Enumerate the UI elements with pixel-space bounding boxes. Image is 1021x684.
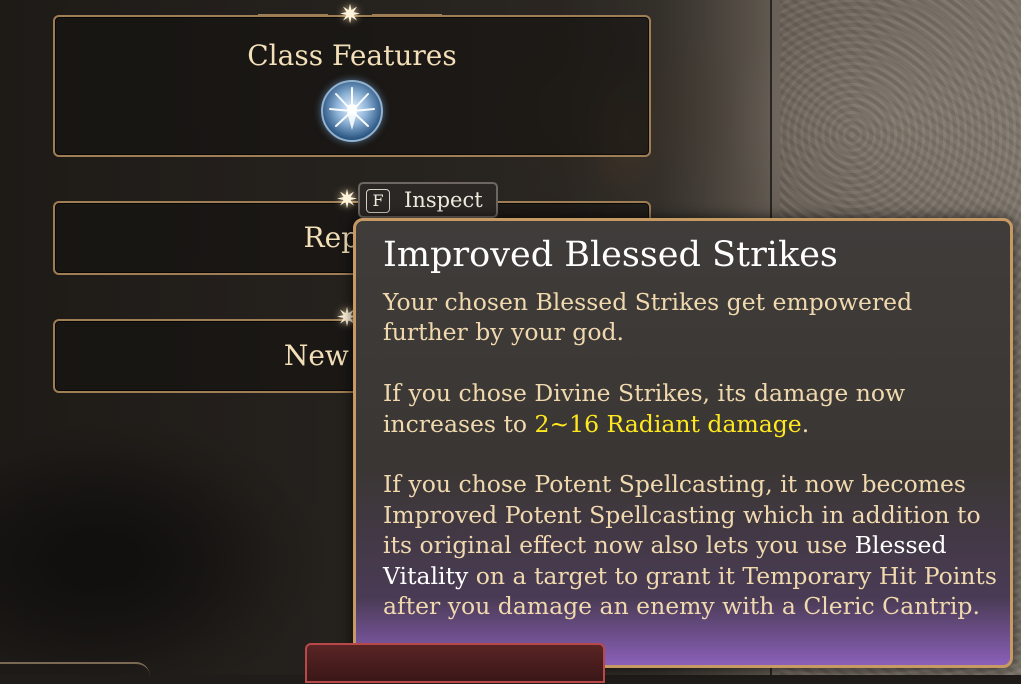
divider-line <box>258 14 328 16</box>
inspect-hint[interactable]: F Inspect <box>358 182 498 218</box>
divine-strike-emblem-icon[interactable] <box>321 80 383 142</box>
bottom-action-button[interactable] <box>305 643 605 683</box>
tooltip-paragraph-1: Your chosen Blessed Strikes get empowere… <box>383 288 913 347</box>
tooltip-title: Improved Blessed Strikes <box>383 235 838 275</box>
f-key-badge: F <box>366 189 390 213</box>
para2-end: . <box>801 409 810 438</box>
divider-line <box>372 14 442 16</box>
emblem-graphic <box>329 87 375 130</box>
tooltip-body: Your chosen Blessed Strikes get empowere… <box>383 287 1003 621</box>
inspect-label: Inspect <box>404 188 483 212</box>
bottom-frame-edge <box>0 662 150 684</box>
sparkle-star-icon: ✷ <box>339 0 361 30</box>
feature-tooltip: Improved Blessed Strikes Your chosen Ble… <box>353 218 1013 668</box>
class-features-title: Class Features <box>247 39 457 72</box>
tooltip-paragraph-2: If you chose Divine Strikes, its damage … <box>383 378 1003 439</box>
radiant-damage-highlight: 2~16 Radiant damage <box>534 409 802 438</box>
tooltip-paragraph-3: If you chose Potent Spellcasting, it now… <box>383 469 1003 621</box>
para3-end: on a target to grant it Temporary Hit Po… <box>383 561 997 621</box>
sparkle-star-icon: ✷ <box>336 185 358 215</box>
